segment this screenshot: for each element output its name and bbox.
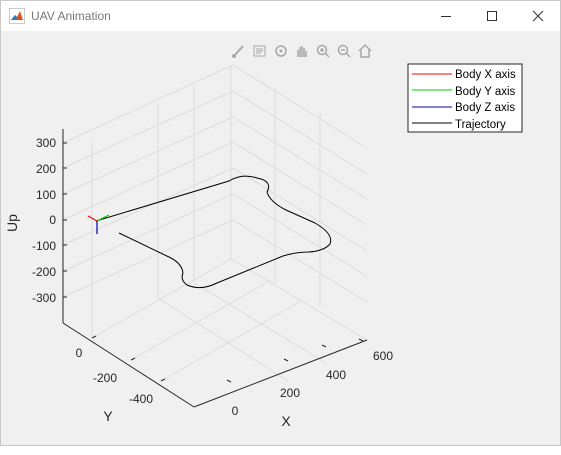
home-icon [357,43,372,58]
close-icon [532,10,544,22]
close-button[interactable] [515,1,561,31]
home-button[interactable] [355,42,374,61]
maximize-button[interactable] [469,1,515,31]
zoom-out-button[interactable] [334,42,353,61]
brush-button[interactable] [229,42,248,61]
zoom-in-icon [316,44,330,58]
rotate-3d-icon [274,45,287,57]
maximize-icon [487,11,497,21]
minimize-button[interactable] [423,1,469,31]
brush-icon [231,45,244,58]
zoom-in-button[interactable] [313,42,332,61]
figure-area [1,31,560,445]
axes-toolbar [229,41,374,61]
matlab-icon [9,8,25,24]
minimize-icon [441,16,451,17]
pan-icon [296,46,307,57]
data-tips-button[interactable] [250,42,269,61]
zoom-out-icon [337,44,351,58]
rotate-button[interactable] [271,42,290,61]
background-strip [0,446,561,454]
title-bar[interactable]: UAV Animation [1,1,560,31]
pan-button[interactable] [292,42,311,61]
data-tips-icon [253,45,265,57]
figure-window: UAV Animation 300 200 100 0 -100 -200 -3… [0,0,561,446]
window-title: UAV Animation [31,9,111,23]
